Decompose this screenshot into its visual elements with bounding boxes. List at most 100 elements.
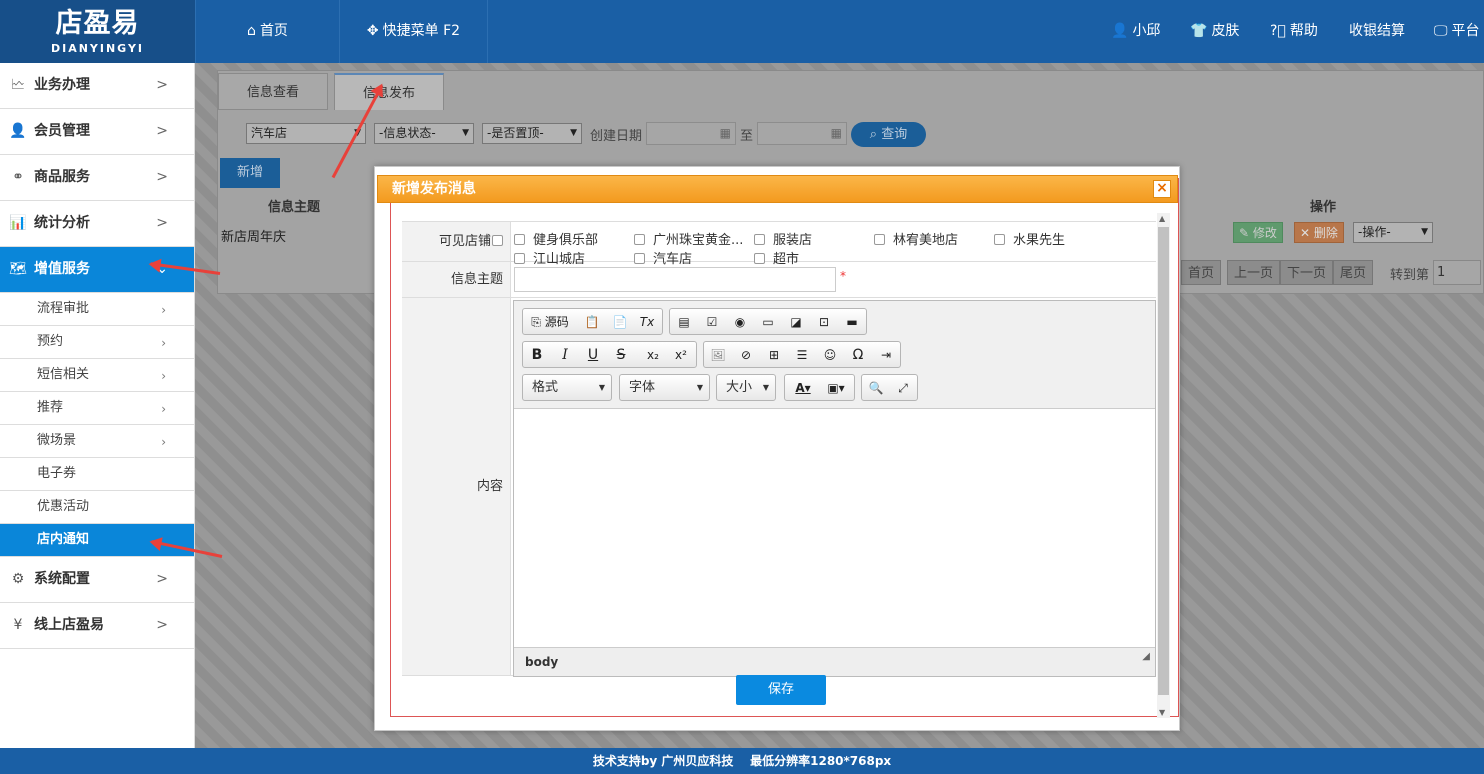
special-char-icon[interactable]: Ω (847, 345, 869, 365)
format-dropdown[interactable]: 格式 ▼ (522, 374, 612, 401)
sidebar-subitem-approval[interactable]: 流程审批 › (0, 293, 194, 326)
sidebar-item-products[interactable]: ⚭ 商品服务 > (0, 155, 194, 201)
delete-button[interactable]: ✕ 删除 (1294, 222, 1344, 243)
skin-button[interactable]: 👕 皮肤 (1190, 0, 1239, 63)
sidebar-item-value-added[interactable]: 🗺 增值服务 ⌄ (0, 247, 194, 293)
nav-quick-menu[interactable]: ✥ 快捷菜单 F2 (340, 0, 488, 63)
ops-select[interactable]: -操作- ▼ (1353, 222, 1433, 243)
element-path[interactable]: body (525, 655, 558, 669)
text-color-icon[interactable]: A▾ (788, 378, 818, 398)
sidebar-item-business[interactable]: 🗠 业务办理 > (0, 63, 194, 109)
store-checkbox[interactable]: 服装店 (754, 229, 812, 248)
underline-icon[interactable]: U (582, 345, 604, 365)
strikethrough-icon[interactable]: S (610, 345, 632, 365)
store-checkbox-label: 广州珠宝黄金... (653, 233, 744, 248)
font-dropdown[interactable]: 字体 ▼ (619, 374, 710, 401)
maximize-icon[interactable]: ⤢ (892, 378, 914, 398)
page-prev[interactable]: 上一页 (1227, 260, 1281, 285)
dialog-scrollbar[interactable]: ▲ ▼ (1157, 213, 1170, 718)
select-icon[interactable]: ⊡ (813, 312, 835, 332)
page-next-label: 下一页 (1287, 266, 1327, 281)
query-button[interactable]: ⌕ 查询 (851, 122, 926, 147)
table-icon[interactable]: ⊞ (763, 345, 785, 365)
tab-publish-info[interactable]: 信息发布 (334, 73, 445, 110)
nav-quick-label: 快捷菜单 F2 (382, 23, 461, 39)
subscript-icon[interactable]: x₂ (642, 345, 664, 365)
store-checkbox[interactable]: 水果先生 (994, 229, 1065, 248)
subject-label: 信息主题 (402, 262, 511, 297)
top-select[interactable]: -是否置顶- ▼ (482, 123, 582, 144)
page-last[interactable]: 尾页 (1333, 260, 1374, 285)
store-checkbox[interactable]: 健身俱乐部 (514, 229, 598, 248)
link-icon: ⚭ (12, 169, 24, 185)
sidebar-item-system-config[interactable]: ⚙ 系统配置 > (0, 557, 194, 603)
checkbox-icon[interactable]: ☑ (701, 312, 723, 332)
sidebar-item-online[interactable]: ¥ 线上店盈易 > (0, 603, 194, 649)
sidebar-item-stats[interactable]: 📊 统计分析 > (0, 201, 194, 247)
help-button[interactable]: ?⃝ 帮助 (1270, 0, 1318, 63)
sidebar-subitem-sms[interactable]: 短信相关 › (0, 359, 194, 392)
sidebar-subitem-ecoupon[interactable]: 电子券 (0, 458, 194, 491)
user-menu[interactable]: 👤 小邱 (1111, 0, 1160, 63)
nav-home[interactable]: ⌂ 首页 (195, 0, 340, 63)
platform-button[interactable]: 🖵 平台 (1434, 0, 1480, 63)
flash-icon[interactable]: ⊘ (735, 345, 757, 365)
image-icon[interactable]: 🖼 (707, 345, 729, 365)
page-next[interactable]: 下一页 (1280, 260, 1334, 285)
bold-icon[interactable]: B (526, 345, 548, 365)
smiley-icon[interactable]: ☺ (819, 345, 841, 365)
status-select[interactable]: -信息状态- ▼ (374, 123, 474, 144)
add-button[interactable]: 新增 (220, 158, 280, 188)
sidebar-subitem-recommend[interactable]: 推荐 › (0, 392, 194, 425)
query-label: 查询 (881, 127, 908, 142)
platform-label: 平台 (1451, 23, 1480, 39)
close-button[interactable]: × (1153, 180, 1171, 198)
scrollbar-thumb[interactable] (1158, 227, 1169, 695)
logo[interactable]: 店盈易 DIANYINGYI (0, 0, 195, 63)
superscript-icon[interactable]: x² (670, 345, 692, 365)
editor-content-area[interactable] (514, 410, 1155, 647)
paste-word-icon[interactable]: 📄 (609, 312, 631, 332)
tab-view-info[interactable]: 信息查看 (218, 73, 329, 110)
map-icon: 🗺 (9, 261, 27, 277)
radio-icon[interactable]: ◉ (729, 312, 751, 332)
end-date-input[interactable]: ▦ (757, 122, 847, 145)
nav-home-label: 首页 (259, 23, 288, 39)
scroll-down-icon[interactable]: ▼ (1159, 708, 1165, 717)
sidebar-subitem-microscene[interactable]: 微场景 › (0, 425, 194, 458)
textfield-icon[interactable]: ▭ (757, 312, 779, 332)
paste-text-icon[interactable]: 📋 (581, 312, 603, 332)
bg-color-icon[interactable]: ▣▾ (821, 378, 851, 398)
sidebar-item-members[interactable]: 👤 会员管理 > (0, 109, 194, 155)
date-label: 创建日期 (590, 129, 643, 144)
sidebar-subitem-promotions[interactable]: 优惠活动 (0, 491, 194, 524)
page-first[interactable]: 首页 (1181, 260, 1222, 285)
sidebar-subitem-label: 推荐 (37, 400, 64, 415)
page-prev-label: 上一页 (1234, 266, 1274, 281)
save-button[interactable]: 保存 (736, 675, 826, 705)
page-break-icon[interactable]: ⇥ (875, 345, 897, 365)
remove-format-icon[interactable]: Tx (636, 312, 658, 332)
preview-icon[interactable]: 🔍 (865, 378, 887, 398)
italic-icon[interactable]: I (554, 345, 576, 365)
subject-input[interactable] (514, 267, 836, 292)
size-dropdown[interactable]: 大小 ▼ (716, 374, 776, 401)
store-select[interactable]: 汽车店▼ (246, 123, 366, 144)
select-all-checkbox[interactable] (492, 235, 503, 246)
resize-handle-icon[interactable]: ◢ (1142, 642, 1150, 671)
cashier-button[interactable]: 收银结算 (1349, 0, 1405, 63)
source-button[interactable]: ⎘ 源码 (526, 312, 574, 332)
goto-page-input[interactable]: 1 (1433, 260, 1481, 285)
store-checkbox[interactable]: 林宥美地店 (874, 229, 958, 248)
start-date-input[interactable]: ▦ (646, 122, 736, 145)
sidebar-subitem-booking[interactable]: 预约 › (0, 326, 194, 359)
button-icon[interactable]: ▬ (841, 312, 863, 332)
edit-button[interactable]: ✎ 修改 (1233, 222, 1283, 243)
sidebar-subitem-store-notice[interactable]: 店内通知 (0, 524, 194, 557)
scroll-up-icon[interactable]: ▲ (1159, 214, 1165, 223)
caret-down-icon: ▼ (462, 128, 469, 138)
horizontal-rule-icon[interactable]: ☰ (791, 345, 813, 365)
textarea-icon[interactable]: ◪ (785, 312, 807, 332)
store-checkbox[interactable]: 广州珠宝黄金... (634, 229, 743, 248)
form-icon[interactable]: ▤ (673, 312, 695, 332)
